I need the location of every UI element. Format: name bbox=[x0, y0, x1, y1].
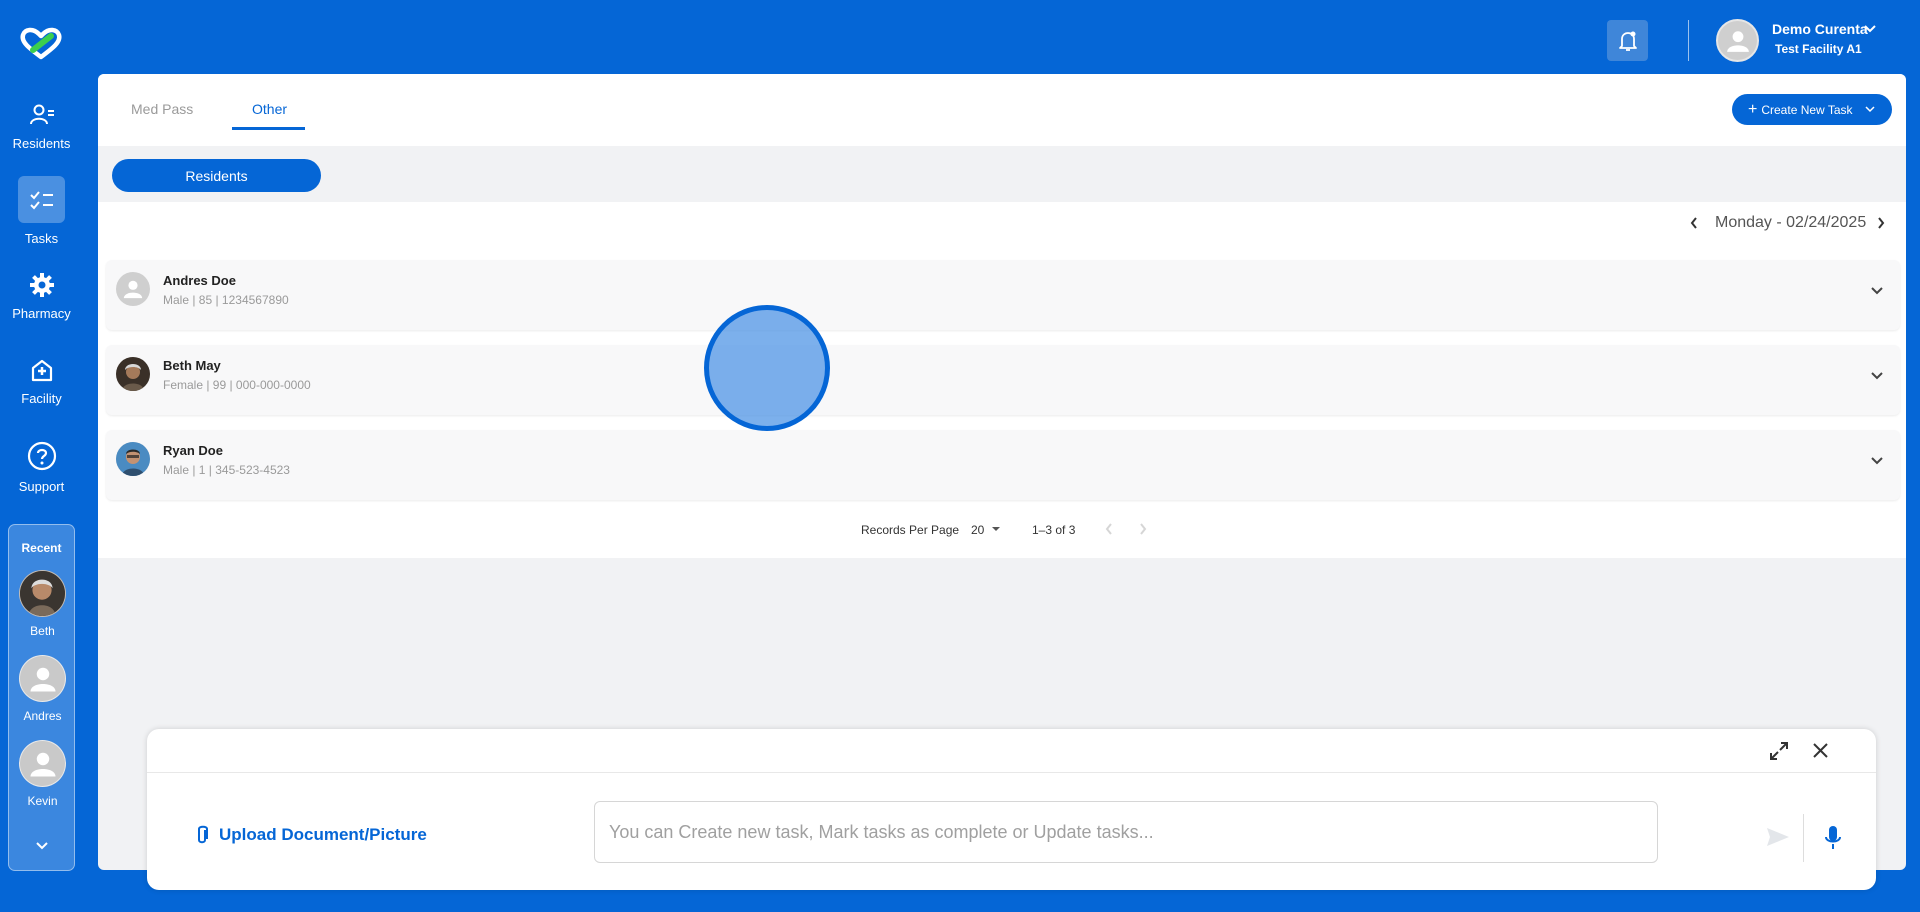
expand-icon[interactable] bbox=[1769, 741, 1789, 761]
active-tab-indicator bbox=[232, 127, 305, 130]
person-icon bbox=[1726, 30, 1749, 52]
create-new-task-button[interactable]: + Create New Task bbox=[1732, 94, 1892, 125]
recent-item-andres[interactable]: Andres bbox=[9, 655, 76, 723]
close-icon[interactable] bbox=[1812, 742, 1829, 759]
recent-title: Recent bbox=[21, 541, 62, 555]
chevron-down-icon[interactable] bbox=[1870, 286, 1884, 296]
header-divider bbox=[1688, 20, 1689, 61]
resident-details: Male | 1 | 345-523-4523 bbox=[163, 463, 290, 477]
chevron-left-icon[interactable] bbox=[1104, 522, 1114, 536]
sidebar-item-label: Residents bbox=[12, 136, 71, 151]
tab-bar: Med Pass Other + Create New Task bbox=[98, 74, 1906, 146]
pagination: Records Per Page 20 1–3 of 3 bbox=[98, 514, 1906, 544]
sidebar-item-label: Tasks bbox=[24, 231, 59, 246]
chevron-right-icon[interactable] bbox=[1876, 216, 1886, 230]
paperclip-icon bbox=[198, 825, 208, 844]
resident-row-andres-doe[interactable]: Andres Doe Male | 85 | 1234567890 bbox=[106, 260, 1900, 330]
microphone-icon[interactable] bbox=[1824, 825, 1842, 851]
recent-item-label: Kevin bbox=[27, 794, 58, 808]
recent-item-beth[interactable]: Beth bbox=[9, 570, 76, 638]
cursor-highlight bbox=[704, 305, 830, 431]
bell-icon bbox=[1618, 31, 1637, 51]
upload-document-button[interactable]: Upload Document/Picture bbox=[195, 824, 427, 846]
assistant-prompt-input[interactable] bbox=[594, 801, 1658, 863]
person-icon bbox=[123, 280, 143, 299]
chevron-right-icon[interactable] bbox=[1138, 522, 1148, 536]
notifications-button[interactable] bbox=[1607, 20, 1648, 61]
resident-photo-icon bbox=[116, 442, 150, 476]
resident-photo-icon bbox=[116, 357, 150, 391]
residents-icon bbox=[29, 104, 54, 125]
sidebar-item-label: Facility bbox=[21, 391, 62, 406]
avatar bbox=[19, 570, 66, 617]
chevron-down-icon[interactable] bbox=[35, 841, 49, 851]
sidebar-item-label: Support bbox=[18, 479, 65, 494]
sidebar: Residents Tasks Pharmacy Facility Suppor… bbox=[0, 0, 83, 912]
recent-item-label: Beth bbox=[30, 624, 55, 638]
chevron-left-icon[interactable] bbox=[1689, 216, 1699, 230]
residents-filter-button[interactable]: Residents bbox=[112, 159, 321, 192]
sidebar-item-facility[interactable]: Facility bbox=[0, 357, 83, 406]
tab-med-pass[interactable]: Med Pass bbox=[131, 101, 193, 117]
assistant-panel: Upload Document/Picture bbox=[147, 729, 1876, 890]
resident-name: Ryan Doe bbox=[163, 443, 223, 458]
tasks-icon bbox=[29, 190, 53, 209]
recent-item-kevin[interactable]: Kevin bbox=[9, 740, 76, 808]
records-per-page-label: Records Per Page bbox=[861, 523, 960, 537]
avatar bbox=[116, 357, 150, 391]
chevron-down-icon[interactable] bbox=[1870, 456, 1884, 466]
tasks-active-box bbox=[18, 176, 65, 223]
resident-row-beth-may[interactable]: Beth May Female | 99 | 000-000-0000 bbox=[106, 345, 1900, 415]
gear-icon bbox=[29, 273, 54, 297]
plus-icon: + bbox=[1748, 100, 1758, 118]
current-date[interactable]: Monday - 02/24/2025 bbox=[1715, 214, 1866, 232]
user-name[interactable]: Demo Curenta bbox=[1772, 21, 1868, 37]
sidebar-item-pharmacy[interactable]: Pharmacy bbox=[0, 272, 83, 321]
help-icon bbox=[27, 441, 56, 471]
assistant-divider bbox=[1803, 814, 1804, 862]
upload-document-label: Upload Document/Picture bbox=[219, 825, 427, 844]
records-per-page-select[interactable]: 20 bbox=[971, 523, 984, 537]
create-new-task-label: Create New Task bbox=[1761, 102, 1853, 117]
resident-details: Male | 85 | 1234567890 bbox=[163, 293, 289, 307]
assistant-header bbox=[147, 729, 1876, 773]
resident-details: Female | 99 | 000-000-0000 bbox=[163, 378, 311, 392]
user-avatar[interactable] bbox=[1716, 19, 1759, 62]
recent-item-label: Andres bbox=[23, 709, 62, 723]
avatar bbox=[116, 272, 150, 306]
page-range: 1–3 of 3 bbox=[1032, 523, 1076, 537]
resident-photo-icon bbox=[20, 571, 65, 616]
resident-name: Beth May bbox=[163, 358, 221, 373]
chevron-down-icon[interactable] bbox=[1870, 371, 1884, 381]
chevron-down-icon[interactable] bbox=[1863, 24, 1877, 34]
sidebar-item-support[interactable]: Support bbox=[0, 441, 83, 494]
avatar bbox=[19, 655, 66, 702]
curenta-logo[interactable] bbox=[19, 26, 63, 60]
sidebar-item-residents[interactable]: Residents bbox=[0, 102, 83, 151]
resident-list: Andres Doe Male | 85 | 1234567890 Beth M… bbox=[98, 248, 1906, 558]
send-icon[interactable] bbox=[1765, 826, 1791, 848]
avatar bbox=[19, 740, 66, 787]
user-facility: Test Facility A1 bbox=[1775, 42, 1862, 56]
sidebar-item-label: Pharmacy bbox=[12, 306, 71, 321]
resident-name: Andres Doe bbox=[163, 273, 236, 288]
chevron-down-icon bbox=[1864, 106, 1875, 113]
avatar bbox=[116, 442, 150, 476]
recent-panel: Recent Beth Andres Kevin bbox=[8, 524, 75, 871]
resident-row-ryan-doe[interactable]: Ryan Doe Male | 1 | 345-523-4523 bbox=[106, 430, 1900, 500]
facility-icon bbox=[31, 359, 52, 382]
date-navigator: Monday - 02/24/2025 bbox=[98, 202, 1906, 248]
sidebar-item-tasks[interactable]: Tasks bbox=[0, 176, 83, 246]
caret-down-icon[interactable] bbox=[990, 523, 1002, 535]
person-icon bbox=[30, 752, 55, 776]
tab-other[interactable]: Other bbox=[252, 101, 287, 117]
person-icon bbox=[30, 667, 55, 691]
